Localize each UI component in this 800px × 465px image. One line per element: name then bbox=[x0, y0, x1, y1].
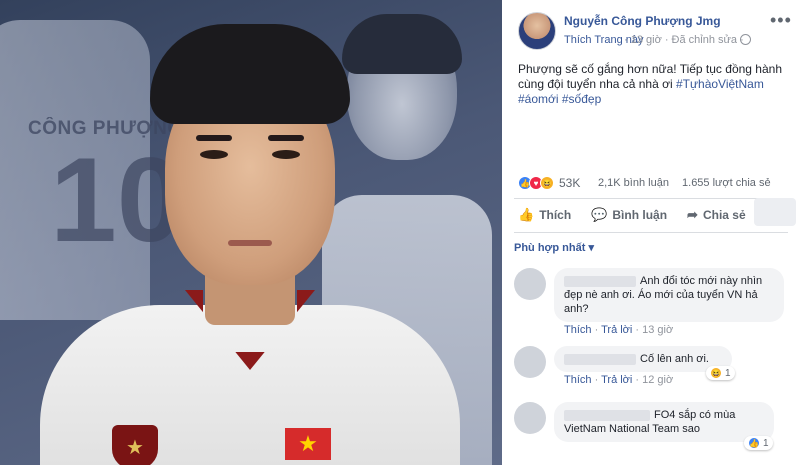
comment-time: 13 giờ bbox=[642, 324, 674, 336]
comment-text: Cố lên anh ơi. bbox=[640, 353, 709, 365]
chevron-down-icon: ▾ bbox=[588, 242, 594, 254]
blurred-commenter-name bbox=[564, 353, 636, 365]
comment-bubble: Anh đổi tóc mới này nhìn đẹp nè anh ơi. … bbox=[554, 268, 784, 322]
comment-button-label: Bình luận bbox=[612, 208, 668, 222]
comment-reaction-count: 1 bbox=[725, 367, 731, 379]
share-button[interactable]: ➦ Chia sẻ bbox=[687, 207, 746, 223]
blurred-commenter-name bbox=[564, 275, 636, 287]
more-options-icon[interactable]: ••• bbox=[770, 10, 792, 31]
post-panel: Nguyễn Công Phượng Jmg Thích Trang này ·… bbox=[502, 0, 800, 465]
post-meta: · 13 giờ · Đã chỉnh sửa · bbox=[624, 34, 744, 46]
post-actions: 👍 Thích 💬 Bình luận ➦ Chia sẻ bbox=[518, 204, 766, 226]
haha-reaction-icon: 😆 bbox=[710, 367, 722, 379]
sort-label: Phù hợp nhất bbox=[514, 242, 586, 254]
share-count[interactable]: 1.655 lượt chia sẻ bbox=[682, 177, 771, 189]
team-badge-icon: ★ bbox=[112, 425, 158, 465]
divider bbox=[514, 232, 788, 233]
share-icon: ➦ bbox=[687, 207, 698, 222]
comment-reactions[interactable]: 😆 1 bbox=[706, 366, 735, 380]
commenter-avatar[interactable] bbox=[514, 346, 546, 378]
reaction-summary[interactable]: 👍 ♥ 😆 53K bbox=[518, 174, 580, 192]
post-stats: 2,1K bình luận 1.655 lượt chia sẻ bbox=[598, 177, 781, 189]
mouth bbox=[228, 240, 272, 246]
comment-bubble: FO4 sắp có mùa VietNam National Team sao bbox=[554, 402, 774, 442]
comment-sort-dropdown[interactable]: Phù hợp nhất ▾ bbox=[514, 241, 594, 254]
blurred-commenter-name bbox=[564, 409, 650, 421]
share-button-label: Chia sẻ bbox=[702, 208, 746, 222]
comment-button[interactable]: 💬 Bình luận bbox=[591, 207, 667, 223]
haha-reaction-icon: 😆 bbox=[540, 176, 554, 190]
right-eye bbox=[272, 150, 300, 159]
comment: FO4 sắp có mùa VietNam National Team sao… bbox=[514, 402, 796, 462]
comment-icon: 💬 bbox=[591, 207, 608, 222]
comment-reaction-count: 1 bbox=[763, 437, 769, 449]
comment-like-link[interactable]: Thích bbox=[564, 324, 592, 336]
post-photo[interactable]: CÔNG PHƯỢNG 10 ★ ★ bbox=[0, 0, 502, 465]
thumbs-up-icon: 👍 bbox=[518, 207, 535, 222]
jersey-number: 10 bbox=[50, 133, 184, 267]
left-brow bbox=[196, 135, 232, 141]
comment-like-link[interactable]: Thích bbox=[564, 374, 592, 386]
right-brow bbox=[268, 135, 304, 141]
comment-actions: Thích · Trả lời · 12 giờ bbox=[564, 374, 674, 386]
reaction-count: 53K bbox=[559, 176, 581, 190]
comment-count[interactable]: 2,1K bình luận bbox=[598, 177, 669, 189]
comment: Anh đổi tóc mới này nhìn đẹp nè anh ơi. … bbox=[514, 268, 796, 338]
divider bbox=[514, 198, 788, 199]
commenter-avatar[interactable] bbox=[514, 402, 546, 434]
vietnam-flag-icon: ★ bbox=[285, 428, 331, 460]
comment-reactions[interactable]: 👍 1 bbox=[744, 436, 773, 450]
comment-time: 12 giờ bbox=[642, 374, 674, 386]
background-player-hair bbox=[342, 14, 462, 74]
comment-actions: Thích · Trả lời · 13 giờ bbox=[564, 324, 674, 336]
comment-bubble: Cố lên anh ơi. bbox=[554, 346, 732, 372]
blurred-avatar bbox=[754, 198, 796, 226]
like-button-label: Thích bbox=[539, 208, 572, 222]
left-eye bbox=[200, 150, 228, 159]
comment-reply-link[interactable]: Trả lời bbox=[601, 374, 632, 386]
like-button[interactable]: 👍 Thích bbox=[518, 207, 571, 223]
comment-reply-link[interactable]: Trả lời bbox=[601, 324, 632, 336]
player-hair bbox=[150, 24, 350, 124]
post-text: Phượng sẽ cố gắng hơn nữa! Tiếp tục đồng… bbox=[518, 62, 788, 107]
page-name[interactable]: Nguyễn Công Phượng Jmg bbox=[564, 14, 721, 28]
commenter-avatar[interactable] bbox=[514, 268, 546, 300]
page-avatar[interactable] bbox=[518, 12, 556, 50]
globe-icon bbox=[740, 34, 751, 45]
comment: Cố lên anh ơi. 😆 1 Thích · Trả lời · 12 … bbox=[514, 346, 796, 396]
like-reaction-icon: 👍 bbox=[748, 437, 760, 449]
